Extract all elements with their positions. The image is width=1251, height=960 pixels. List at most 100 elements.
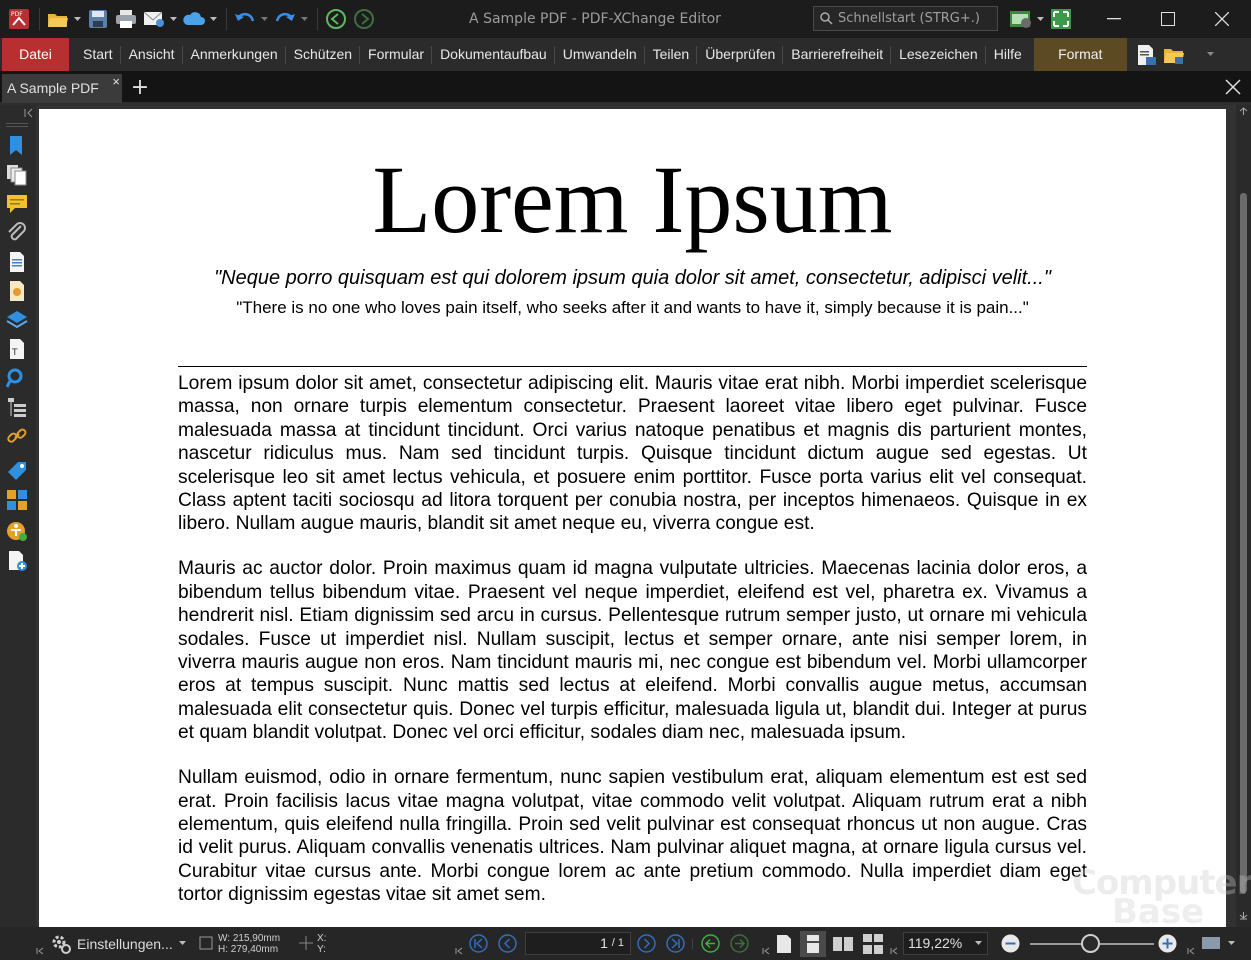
collapse-icon[interactable]	[762, 947, 770, 955]
fullscreen-icon[interactable]	[1048, 6, 1074, 32]
accessibility-check-icon[interactable]	[6, 520, 28, 542]
quick-launch-search[interactable]	[813, 6, 998, 31]
scroll-up-icon[interactable]	[1239, 107, 1248, 116]
zoom-slider-knob[interactable]	[1081, 934, 1100, 953]
tab-share[interactable]: Teilen	[645, 38, 698, 71]
chevron-down-icon[interactable]	[1036, 6, 1044, 32]
email-icon[interactable]	[141, 6, 167, 32]
quick-access-toolbar: PDF	[0, 0, 379, 38]
chevron-down-icon[interactable]	[169, 6, 177, 32]
paragraph: Mauris ac auctor dolor. Proin maximus qu…	[178, 558, 1087, 744]
app-menu-icon[interactable]: PDF	[6, 6, 32, 32]
user-options-icon[interactable]	[1008, 6, 1034, 32]
maximize-button[interactable]	[1141, 0, 1195, 38]
tab-review[interactable]: Überprüfen	[697, 38, 784, 71]
tab-comments[interactable]: Anmerkungen	[183, 38, 286, 71]
undo-icon[interactable]	[232, 6, 258, 32]
scroll-down-icon[interactable]	[1239, 911, 1248, 920]
zoom-in-icon[interactable]	[1158, 934, 1177, 953]
collapse-icon[interactable]	[890, 947, 898, 955]
tab-organize[interactable]: Dokumentaufbau	[432, 38, 555, 71]
document-icon[interactable]	[6, 251, 28, 273]
close-icon	[1225, 79, 1241, 95]
save-icon[interactable]	[85, 6, 111, 32]
collapse-panel-icon[interactable]	[24, 108, 34, 118]
tab-bookmarks[interactable]: Lesezeichen	[891, 38, 986, 71]
page-add-icon[interactable]	[6, 550, 28, 572]
first-page-icon[interactable]	[469, 934, 488, 953]
tab-form[interactable]: Formular	[360, 38, 433, 71]
bookmarks-icon[interactable]	[6, 135, 28, 157]
tab-convert[interactable]: Umwandeln	[555, 38, 645, 71]
tab-accessibility[interactable]: Barrierefreiheit	[783, 38, 891, 71]
document-title: Lorem Ipsum	[372, 146, 893, 253]
print-icon[interactable]	[113, 6, 139, 32]
search-panel-icon[interactable]	[6, 367, 28, 389]
svg-text:T: T	[11, 348, 18, 358]
open-folder-icon[interactable]	[1161, 42, 1187, 68]
tags-icon[interactable]	[6, 460, 28, 482]
document-quote-latin: "Neque porro quisquam est qui dolorem ip…	[214, 267, 1051, 289]
horizontal-rule	[178, 366, 1087, 367]
open-folder-icon[interactable]	[45, 6, 71, 32]
page-number-field[interactable]: 1 / 1	[525, 932, 631, 955]
previous-view-icon[interactable]	[323, 6, 349, 32]
comments-icon[interactable]	[6, 193, 28, 215]
page-height: H: 279,40mm	[218, 943, 279, 955]
collapse-icon[interactable]	[36, 947, 44, 955]
reading-order-icon[interactable]	[6, 489, 28, 511]
close-tab-icon[interactable]: ×	[112, 67, 120, 96]
settings-button[interactable]: Einstellungen...	[50, 927, 186, 960]
pdf-page[interactable]: Lorem Ipsum "Neque porro quisquam est qu…	[39, 109, 1226, 927]
scrollbar-thumb[interactable]	[1240, 193, 1247, 893]
next-page-icon[interactable]	[637, 934, 656, 953]
app-window: PDF A Sample PDF - PDF-XChange Editor Sc…	[0, 0, 1251, 960]
zoom-level-select[interactable]: 119,22%	[903, 932, 988, 955]
collapse-icon[interactable]	[1187, 947, 1195, 955]
signatures-icon[interactable]	[6, 280, 28, 302]
cloud-share-icon[interactable]	[181, 6, 207, 32]
vertical-scrollbar[interactable]	[1236, 105, 1251, 927]
previous-view-icon[interactable]	[701, 934, 720, 953]
chevron-down-icon[interactable]	[1228, 941, 1235, 946]
single-page-icon[interactable]	[775, 934, 793, 954]
redo-icon[interactable]	[272, 6, 298, 32]
thumbnails-icon[interactable]	[6, 164, 28, 186]
chevron-down-icon[interactable]	[1207, 42, 1215, 68]
chevron-down-icon[interactable]	[73, 6, 81, 32]
tab-protect[interactable]: Schützen	[286, 38, 361, 71]
attachments-icon[interactable]	[6, 222, 28, 244]
tab-help[interactable]: Hilfe	[986, 38, 1030, 71]
tab-file[interactable]: Datei	[2, 38, 69, 71]
continuous-facing-icon[interactable]	[862, 934, 884, 954]
facing-pages-icon[interactable]	[832, 935, 854, 953]
zoom-out-icon[interactable]	[1001, 934, 1020, 953]
structure-icon[interactable]	[6, 396, 28, 418]
tab-view[interactable]: Ansicht	[121, 38, 183, 71]
chevron-down-icon[interactable]	[300, 6, 308, 32]
chevron-down-icon[interactable]	[209, 6, 217, 32]
content-icon[interactable]: T	[6, 338, 28, 360]
quick-launch-input[interactable]	[838, 11, 988, 26]
next-view-icon[interactable]	[730, 934, 749, 953]
collapse-icon[interactable]	[455, 947, 463, 955]
document-tab[interactable]: A Sample PDF ×	[2, 74, 122, 103]
document-tab-bar: A Sample PDF × +	[0, 71, 1251, 105]
close-document-button[interactable]	[1223, 77, 1243, 97]
previous-page-icon[interactable]	[498, 934, 517, 953]
tab-format[interactable]: Format	[1033, 38, 1127, 71]
close-window-button[interactable]	[1195, 0, 1249, 38]
current-page: 1	[600, 935, 608, 951]
document-properties-icon[interactable]	[1133, 42, 1159, 68]
new-tab-button[interactable]: +	[128, 77, 152, 101]
separator	[692, 939, 693, 949]
continuous-view-button[interactable]	[800, 931, 826, 957]
layers-icon[interactable]	[6, 309, 28, 331]
links-icon[interactable]	[6, 425, 28, 447]
next-view-icon[interactable]	[351, 6, 377, 32]
chevron-down-icon[interactable]	[260, 6, 268, 32]
display-icon[interactable]	[1201, 936, 1223, 952]
document-view[interactable]: Lorem Ipsum "Neque porro quisquam est qu…	[36, 105, 1251, 927]
last-page-icon[interactable]	[666, 934, 685, 953]
minimize-button[interactable]	[1087, 0, 1141, 38]
